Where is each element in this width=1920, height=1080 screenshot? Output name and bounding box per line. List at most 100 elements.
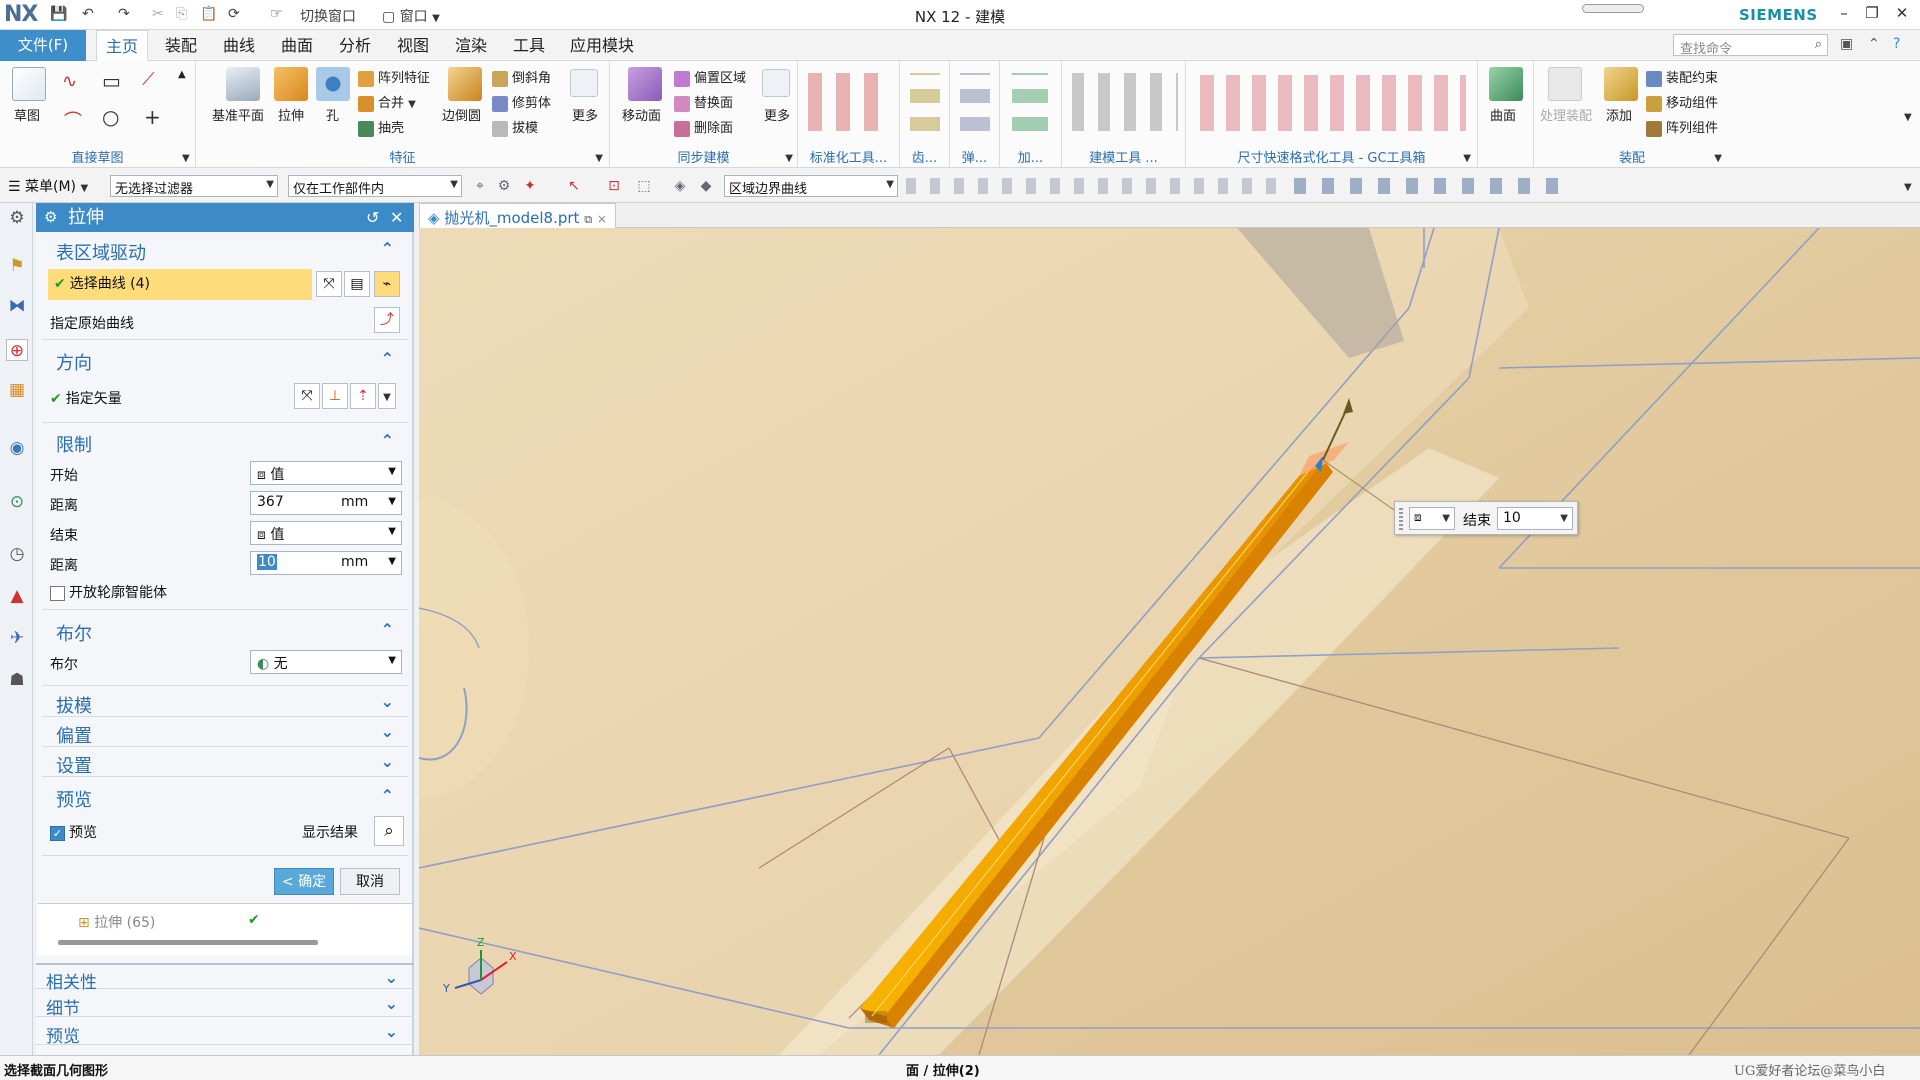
gc-toolbox-icons[interactable] [1200,75,1466,131]
collapse-icon[interactable]: ⌃ [381,786,394,805]
feature-select-icon[interactable]: ◈ [672,178,688,194]
hole-icon[interactable] [316,67,350,101]
select-curve-icon[interactable]: ⌁ [374,271,400,297]
document-tab[interactable]: ◈ 抛光机_model8.prt ⧉ × [419,203,616,228]
ok-button[interactable]: < 确定 > [274,868,334,917]
ribbon-options-icon[interactable]: ▼ [1904,112,1912,123]
replace-face-button[interactable]: 替换面 [674,92,733,112]
touch-mode-icon[interactable]: ☞ [270,6,283,24]
add-component-button[interactable]: 添加 [1606,105,1632,124]
chamfer-button[interactable]: 倒斜角 [492,67,551,87]
vector-dropdown-icon[interactable]: ▼ [378,383,396,409]
profile-icon[interactable]: ∿ [62,71,77,92]
reverse-direction-icon[interactable]: ⤧ [294,383,320,409]
gear-tools-icons[interactable] [910,73,940,131]
window-menu[interactable]: ▢ 窗口 ▼ [382,6,440,25]
process-assembly-icon[interactable] [1548,67,1582,101]
delete-face-button[interactable]: 删除面 [674,117,733,137]
edge-blend-button[interactable]: 边倒圆 [442,105,481,124]
pattern-feature-button[interactable]: 阵列特征 [358,67,430,87]
snap-point-icons[interactable] [906,178,1276,194]
edge-blend-icon[interactable] [448,67,482,101]
tab-application[interactable]: 应用模块 [562,30,642,61]
dialog-gear-icon[interactable]: ⚙ [44,203,57,232]
scope-select[interactable]: 仅在工作部件内 ▼ [288,175,462,197]
start-distance-input[interactable]: 367 mm ▼ [250,491,402,515]
end-distance-input[interactable]: 10 mm ▼ [250,551,402,575]
open-profile-checkbox[interactable]: 开放轮廓智能体 [50,582,167,602]
part-navigator-icon[interactable]: ⊕ [6,339,28,361]
move-face-button[interactable]: 移动面 [622,105,661,124]
standard-tools-icons[interactable] [808,73,892,131]
curve-rule-icon[interactable]: ⤧ [316,271,342,297]
hole-button[interactable]: 孔 [326,105,339,124]
group-dropdown-icon[interactable]: ▼ [595,153,603,164]
graphics-window[interactable]: X Z Y ⧈ ▼ 结束 10 ▼ [419,228,1920,1055]
draft-button[interactable]: 拔模 [492,117,538,137]
original-curve-icon[interactable]: ⤴ [374,307,400,333]
add-tools-icons[interactable] [1012,73,1048,131]
circle-icon[interactable]: ○ [102,105,119,129]
move-face-icon[interactable] [628,67,662,101]
tab-tools[interactable]: 工具 [504,30,554,61]
undo-icon[interactable]: ↶ [82,6,94,24]
system-materials-icon[interactable]: ▲ [6,585,28,607]
arc-icon[interactable]: ⌒ [64,107,82,133]
body-select-icon[interactable]: ◆ [698,178,714,194]
paste-icon[interactable]: 📋 [200,6,217,24]
surface-button[interactable]: 曲面 [1490,105,1516,124]
expand-icon[interactable]: ⌄ [381,722,394,741]
type-filter-select[interactable]: 无选择过滤器 ▼ [110,175,278,197]
handle-end-input[interactable]: 10 ▼ [1497,507,1573,530]
offset-region-button[interactable]: 偏置区域 [674,67,746,87]
tab-assembly[interactable]: 装配 [156,30,206,61]
handle-type-select[interactable]: ⧈ ▼ [1409,507,1455,530]
command-search-input[interactable]: 查找命令 ⌕ [1673,34,1828,57]
section-title[interactable]: 布尔 [56,620,92,646]
collapse-icon[interactable]: ⌃ [381,620,394,639]
window-layout-icon[interactable]: ▣ [1840,36,1853,52]
drag-handle[interactable] [1399,506,1403,530]
collapse-icon[interactable]: ⌃ [381,349,394,368]
select-curve-row[interactable]: ✔ 选择曲线 (4) [48,269,312,300]
assembly-navigator-icon[interactable]: ⚑ [6,255,28,277]
unite-button[interactable]: 合并 ▼ [358,92,416,112]
sketch-more-icon[interactable]: ▲ [178,69,186,80]
section-title[interactable]: 方向 [56,349,92,375]
inferred-vector-icon[interactable]: ⇡ [350,383,376,409]
roles-icon[interactable]: ☗ [6,669,28,691]
trim-body-button[interactable]: 修剪体 [492,92,551,112]
datum-plane-icon[interactable] [226,67,260,101]
panel-preview[interactable]: 预览 ⌄ [36,1019,414,1047]
repeat-command-icon[interactable]: ⟳ [228,6,240,24]
tab-render[interactable]: 渲染 [446,30,496,61]
tab-home[interactable]: 主页 [96,30,148,61]
sync-more-button[interactable]: 更多 [764,105,790,124]
reuse-library-icon[interactable]: ▦ [6,379,28,401]
expand-icon[interactable]: ⌄ [385,1022,398,1041]
feature-more-button[interactable]: 更多 [572,105,598,124]
panel-detail[interactable]: 细节 ⌄ [36,991,414,1019]
end-type-select[interactable]: ⧈ 值 ▼ [250,521,402,545]
expand-icon[interactable]: ⌄ [385,968,398,987]
filter-options-icon[interactable]: ⚙ [496,178,512,194]
panel-relevance[interactable]: 相关性 ⌄ [36,963,414,993]
tab-curve[interactable]: 曲线 [214,30,264,61]
section-title[interactable]: 限制 [56,431,92,457]
vector-dialog-icon[interactable]: ⊥ [322,383,348,409]
section-title[interactable]: 设置 [56,752,92,778]
section-title[interactable]: 表区域驱动 [56,239,146,265]
modeling-tools-icons[interactable] [1072,73,1178,131]
minimize-button[interactable]: – [1832,4,1856,26]
web-browser-icon[interactable]: ⊙ [6,491,28,513]
group-dropdown-icon[interactable]: ▼ [182,153,190,164]
close-button[interactable]: ✕ [1890,4,1914,26]
file-menu-button[interactable]: 文件(F) [0,30,86,61]
history-icon[interactable]: ◷ [6,543,28,565]
feature-more-icon[interactable] [570,69,598,97]
snap-icon[interactable]: ✦ [522,178,538,194]
select-all-icon[interactable]: ⌖ [472,178,488,194]
process-assembly-button[interactable]: 处理装配 [1540,105,1592,124]
section-title[interactable]: 拔模 [56,692,92,718]
tab-surface[interactable]: 曲面 [272,30,322,61]
